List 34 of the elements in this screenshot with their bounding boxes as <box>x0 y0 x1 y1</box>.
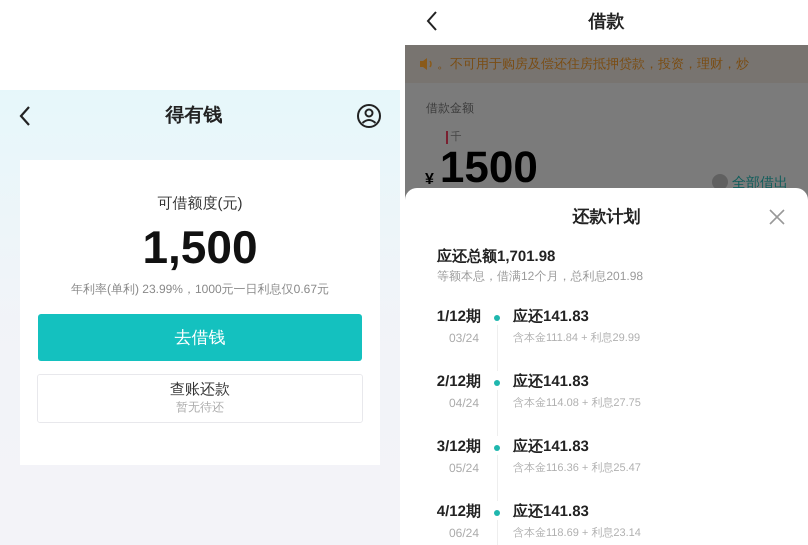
total-amount: 应还总额1,701.98 <box>437 247 556 267</box>
notice-text: 。不可用于购房及偿还住房抵押贷款，投资，理财，炒 <box>437 55 749 74</box>
installment-breakdown: 含本金111.84 + 利息29.99 <box>513 331 640 346</box>
due-date: 03/24 <box>448 330 479 347</box>
installment-breakdown: 含本金118.69 + 利息23.14 <box>513 526 641 541</box>
credit-amount: 1,500 <box>142 222 258 272</box>
bill-button[interactable]: 查账还款 暂无待还 <box>37 374 363 424</box>
plan-summary: 等额本息，借满12个月，总利息201.98 <box>437 268 644 285</box>
close-icon[interactable] <box>768 208 786 226</box>
installment-breakdown: 含本金114.08 + 利息27.75 <box>513 396 641 411</box>
period-label: 1/12期 <box>436 307 481 327</box>
credit-label: 可借额度(元) <box>158 194 242 214</box>
page-title: 得有钱 <box>166 104 222 128</box>
rate-note: 年利率(单利) 23.99%，1000元一日利息仅0.67元 <box>70 281 330 298</box>
amount-field[interactable]: 1500 <box>440 146 538 190</box>
due-date: 06/24 <box>448 525 479 542</box>
installment-amount: 应还141.83 <box>513 372 590 392</box>
period-label: 3/12期 <box>436 437 481 457</box>
page-title: 借款 <box>588 10 624 32</box>
due-date: 04/24 <box>448 395 479 412</box>
due-date: 05/24 <box>448 460 479 477</box>
clear-icon[interactable] <box>712 174 728 190</box>
currency-sign: ¥ <box>425 172 434 188</box>
back-icon[interactable] <box>18 105 32 127</box>
amount-label: 借款金额 <box>426 100 475 117</box>
back-icon[interactable] <box>425 10 439 32</box>
installment-amount: 应还141.83 <box>513 307 590 327</box>
period-label: 2/12期 <box>436 372 481 392</box>
installment-amount: 应还141.83 <box>513 502 590 522</box>
sheet-title: 还款计划 <box>572 206 640 228</box>
user-icon[interactable] <box>356 103 382 129</box>
period-label: 4/12期 <box>436 502 481 522</box>
installment-amount: 应还141.83 <box>513 437 590 457</box>
installment-breakdown: 含本金116.36 + 利息25.47 <box>513 461 641 476</box>
